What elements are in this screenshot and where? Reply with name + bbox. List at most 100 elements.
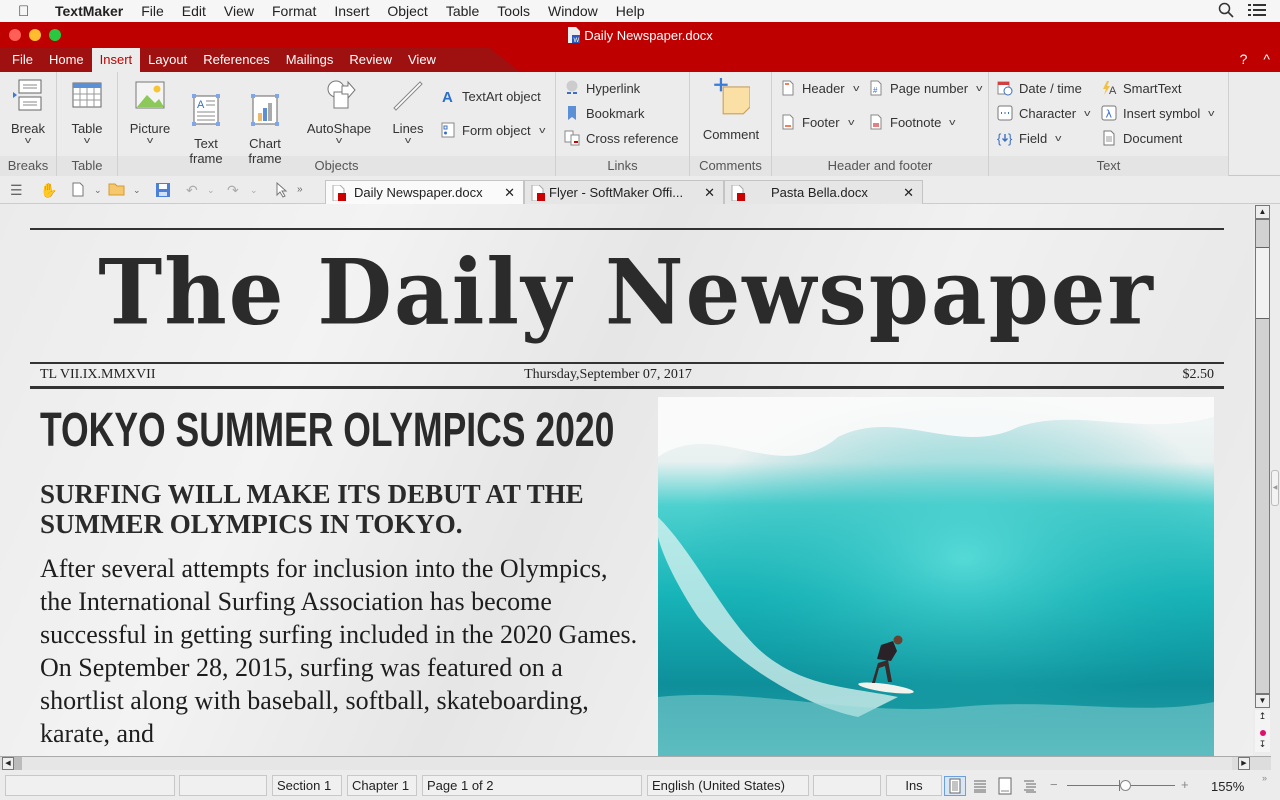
dateline-top-rule <box>30 362 1224 364</box>
comment-button[interactable]: Comment <box>696 78 766 142</box>
footnote-button[interactable]: Footnote v <box>868 114 956 130</box>
scroll-left-button[interactable]: ◀ <box>2 757 14 770</box>
more-tools-icon[interactable]: » <box>297 182 303 198</box>
lines-button[interactable]: Lines v <box>386 78 430 145</box>
insert-document-button[interactable]: Document <box>1101 130 1182 146</box>
masthead-top-rule <box>30 228 1224 230</box>
picture-icon <box>135 81 165 109</box>
status-more-icon[interactable]: » <box>1262 773 1267 783</box>
menu-window[interactable]: Window <box>539 3 607 19</box>
vertical-scrollbar[interactable]: ▲ ▼ ↥ ↧ <box>1253 204 1271 756</box>
menu-format[interactable]: Format <box>263 3 325 19</box>
menu-help[interactable]: Help <box>607 3 654 19</box>
status-language[interactable]: English (United States) <box>647 775 809 796</box>
hand-tool-icon[interactable]: ✋ <box>40 182 57 198</box>
doc-tab-pasta-bella[interactable]: Pasta Bella.docx ✕ <box>724 180 923 204</box>
break-button[interactable]: Break v <box>6 78 50 145</box>
previous-page-button[interactable]: ↥ <box>1255 710 1270 724</box>
apple-icon[interactable]:  <box>18 3 40 20</box>
outline-view-icon[interactable] <box>1022 778 1038 794</box>
hyperlink-button[interactable]: Hyperlink <box>564 80 640 96</box>
header-button[interactable]: Header v <box>780 80 859 96</box>
hscroll-track[interactable] <box>22 757 1232 770</box>
field-button[interactable]: {} Field v <box>997 130 1062 147</box>
cross-reference-button[interactable]: Cross reference <box>564 130 678 146</box>
doc-tab-flyer[interactable]: Flyer - SoftMaker Offi... ✕ <box>524 180 724 204</box>
window-title-bar: W Daily Newspaper.docx <box>0 22 1280 48</box>
zoom-slider-thumb[interactable] <box>1120 780 1132 791</box>
tab-view[interactable]: View <box>400 48 444 72</box>
zoom-level[interactable]: 155% <box>1211 779 1244 794</box>
collapse-ribbon-icon[interactable]: ^ <box>1263 51 1270 67</box>
close-window-button[interactable] <box>9 29 21 41</box>
minimize-window-button[interactable] <box>29 29 41 41</box>
scroll-thumb[interactable] <box>1256 247 1269 319</box>
doc-tab-daily-newspaper[interactable]: Daily Newspaper.docx ✕ <box>325 180 524 204</box>
scroll-right-button[interactable]: ▶ <box>1238 757 1250 770</box>
textart-object-button[interactable]: A TextArt object <box>440 88 541 105</box>
surfing-photo[interactable] <box>658 397 1214 756</box>
document-canvas[interactable]: The Daily Newspaper TL VII.IX.MMXVII Thu… <box>0 204 1253 756</box>
zoom-in-button[interactable]: + <box>1181 777 1189 792</box>
save-icon[interactable] <box>155 182 171 198</box>
scroll-up-button[interactable]: ▲ <box>1255 205 1270 219</box>
undo-dropdown-icon[interactable]: ⌄ <box>207 182 215 198</box>
insert-symbol-button[interactable]: λ Insert symbol v <box>1101 105 1215 121</box>
tab-layout[interactable]: Layout <box>140 48 195 72</box>
footer-button[interactable]: Footer v <box>780 114 854 130</box>
browse-object-button[interactable] <box>1255 724 1270 738</box>
tab-file[interactable]: File <box>4 48 41 72</box>
table-button[interactable]: Table v <box>65 78 109 145</box>
view-page-button[interactable] <box>944 776 966 796</box>
scroll-down-button[interactable]: ▼ <box>1255 694 1270 708</box>
hamburger-menu-icon[interactable]: ☰ <box>10 182 23 198</box>
horizontal-scrollbar[interactable]: ◀ ▶ <box>0 756 1271 770</box>
redo-icon[interactable]: ↷ <box>227 182 239 198</box>
select-pointer-icon[interactable] <box>276 181 288 198</box>
form-object-button[interactable]: Form object v <box>440 122 545 138</box>
character-button[interactable]: Character v <box>997 105 1090 121</box>
master-page-view-icon[interactable] <box>996 777 1014 795</box>
continuous-view-icon[interactable] <box>972 778 988 794</box>
bookmark-button[interactable]: Bookmark <box>564 105 645 121</box>
smarttext-button[interactable]: A SmartText <box>1101 80 1182 96</box>
tab-home[interactable]: Home <box>41 48 92 72</box>
picture-button[interactable]: Picture v <box>126 78 174 145</box>
menu-tools[interactable]: Tools <box>488 3 539 19</box>
autoshape-button[interactable]: AutoShape v <box>302 78 376 145</box>
menu-edit[interactable]: Edit <box>173 3 215 19</box>
open-dropdown-icon[interactable]: ⌄ <box>133 182 141 198</box>
hscroll-thumb[interactable] <box>14 757 22 770</box>
group-label-objects: Objects <box>314 158 359 173</box>
redo-dropdown-icon[interactable]: ⌄ <box>250 182 258 198</box>
group-label-table: Table <box>71 158 103 173</box>
ribbon-tab-bar: File Home Insert Layout References Maili… <box>0 48 1280 72</box>
help-icon[interactable]: ? <box>1240 51 1248 67</box>
close-tab-icon[interactable]: ✕ <box>903 185 914 201</box>
notification-center-icon[interactable] <box>1248 3 1266 17</box>
tab-insert[interactable]: Insert <box>91 48 141 72</box>
status-insert-mode[interactable]: Ins <box>886 775 942 796</box>
page-number-button[interactable]: # Page number v <box>868 80 982 96</box>
close-tab-icon[interactable]: ✕ <box>504 185 515 201</box>
menu-app-name[interactable]: TextMaker <box>46 3 132 19</box>
sidebar-toggle-handle[interactable]: ◀ <box>1271 470 1279 506</box>
tab-review[interactable]: Review <box>341 48 400 72</box>
close-tab-icon[interactable]: ✕ <box>704 185 715 201</box>
date-time-button[interactable]: Date / time <box>997 80 1082 96</box>
zoom-out-button[interactable]: − <box>1050 777 1058 792</box>
menu-insert[interactable]: Insert <box>325 3 378 19</box>
open-folder-icon[interactable] <box>108 182 126 198</box>
tab-mailings[interactable]: Mailings <box>278 48 342 72</box>
zoom-window-button[interactable] <box>49 29 61 41</box>
menu-table[interactable]: Table <box>437 3 488 19</box>
spotlight-search-icon[interactable] <box>1218 2 1234 18</box>
undo-icon[interactable]: ↶ <box>186 182 198 198</box>
menu-file[interactable]: File <box>132 3 173 19</box>
menu-view[interactable]: View <box>215 3 263 19</box>
new-document-icon[interactable] <box>72 182 84 198</box>
menu-object[interactable]: Object <box>378 3 436 19</box>
tab-references[interactable]: References <box>195 48 277 72</box>
new-dropdown-icon[interactable]: ⌄ <box>94 182 102 198</box>
next-page-button[interactable]: ↧ <box>1255 738 1270 752</box>
